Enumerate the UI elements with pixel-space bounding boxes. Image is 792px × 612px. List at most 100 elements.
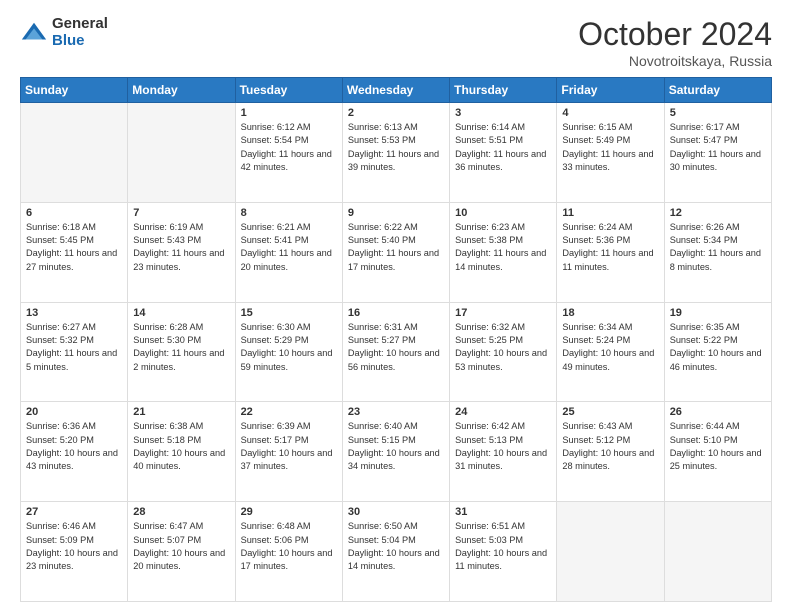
day-number: 10 (455, 207, 551, 219)
day-number: 7 (133, 207, 229, 219)
day-info: Sunrise: 6:13 AMSunset: 5:53 PMDaylight:… (348, 121, 444, 174)
calendar-cell: 24 Sunrise: 6:42 AMSunset: 5:13 PMDayligh… (450, 402, 557, 502)
weekday-header-saturday: Saturday (664, 78, 771, 103)
header: General Blue October 2024 Novotroitskaya… (20, 16, 772, 69)
day-info: Sunrise: 6:15 AMSunset: 5:49 PMDaylight:… (562, 121, 658, 174)
day-number: 16 (348, 307, 444, 319)
day-info: Sunrise: 6:18 AMSunset: 5:45 PMDaylight:… (26, 221, 122, 274)
day-number: 6 (26, 207, 122, 219)
calendar-cell: 5Sunrise: 6:17 AMSunset: 5:47 PMDaylight… (664, 103, 771, 203)
month-title: October 2024 (578, 16, 772, 53)
day-info: Sunrise: 6:24 AMSunset: 5:36 PMDaylight:… (562, 221, 658, 274)
day-info: Sunrise: 6:12 AMSunset: 5:54 PMDaylight:… (241, 121, 337, 174)
day-info: Sunrise: 6:47 AMSunset: 5:07 PMDaylight:… (133, 520, 229, 573)
day-number: 28 (133, 506, 229, 518)
calendar-week-5: 27 Sunrise: 6:46 AMSunset: 5:09 PMDayligh… (21, 502, 772, 602)
logo-general-text: General (52, 16, 108, 33)
weekday-header-tuesday: Tuesday (235, 78, 342, 103)
day-number: 13 (26, 307, 122, 319)
logo-blue-text: Blue (52, 33, 108, 50)
page: General Blue October 2024 Novotroitskaya… (0, 0, 792, 612)
logo-icon (20, 19, 48, 47)
calendar-cell: 17 Sunrise: 6:32 AMSunset: 5:25 PMDayligh… (450, 302, 557, 402)
calendar-cell: 2 Sunrise: 6:13 AMSunset: 5:53 PMDaylight… (342, 103, 449, 203)
day-info: Sunrise: 6:23 AMSunset: 5:38 PMDaylight:… (455, 221, 551, 274)
calendar-cell (128, 103, 235, 203)
title-area: October 2024 Novotroitskaya, Russia (578, 16, 772, 69)
day-number: 3 (455, 107, 551, 119)
calendar-week-4: 20Sunrise: 6:36 AMSunset: 5:20 PMDayligh… (21, 402, 772, 502)
day-number: 26 (670, 406, 766, 418)
calendar-cell (664, 502, 771, 602)
day-number: 21 (133, 406, 229, 418)
day-info: Sunrise: 6:48 AMSunset: 5:06 PMDaylight:… (241, 520, 337, 573)
day-number: 15 (241, 307, 337, 319)
calendar-cell: 18Sunrise: 6:34 AMSunset: 5:24 PMDayligh… (557, 302, 664, 402)
calendar-cell: 20Sunrise: 6:36 AMSunset: 5:20 PMDayligh… (21, 402, 128, 502)
calendar-week-3: 13 Sunrise: 6:27 AMSunset: 5:32 PMDayligh… (21, 302, 772, 402)
day-number: 31 (455, 506, 551, 518)
day-info: Sunrise: 6:44 AMSunset: 5:10 PMDaylight:… (670, 420, 766, 473)
weekday-header-monday: Monday (128, 78, 235, 103)
day-info: Sunrise: 6:27 AMSunset: 5:32 PMDaylight:… (26, 321, 122, 374)
calendar-cell: 1 Sunrise: 6:12 AMSunset: 5:54 PMDaylight… (235, 103, 342, 203)
day-info: Sunrise: 6:21 AMSunset: 5:41 PMDaylight:… (241, 221, 337, 274)
location: Novotroitskaya, Russia (578, 53, 772, 69)
calendar-cell: 8 Sunrise: 6:21 AMSunset: 5:41 PMDaylight… (235, 202, 342, 302)
calendar-cell: 11 Sunrise: 6:24 AMSunset: 5:36 PMDayligh… (557, 202, 664, 302)
calendar-cell: 6 Sunrise: 6:18 AMSunset: 5:45 PMDaylight… (21, 202, 128, 302)
day-number: 27 (26, 506, 122, 518)
day-info: Sunrise: 6:50 AMSunset: 5:04 PMDaylight:… (348, 520, 444, 573)
day-info: Sunrise: 6:35 AMSunset: 5:22 PMDaylight:… (670, 321, 766, 374)
day-info: Sunrise: 6:39 AMSunset: 5:17 PMDaylight:… (241, 420, 337, 473)
day-number: 25 (562, 406, 658, 418)
day-number: 22 (241, 406, 337, 418)
logo: General Blue (20, 16, 108, 49)
calendar-cell: 22 Sunrise: 6:39 AMSunset: 5:17 PMDayligh… (235, 402, 342, 502)
calendar-cell: 15 Sunrise: 6:30 AMSunset: 5:29 PMDayligh… (235, 302, 342, 402)
calendar-cell: 28 Sunrise: 6:47 AMSunset: 5:07 PMDayligh… (128, 502, 235, 602)
weekday-header-friday: Friday (557, 78, 664, 103)
calendar-cell: 23 Sunrise: 6:40 AMSunset: 5:15 PMDayligh… (342, 402, 449, 502)
day-number: 23 (348, 406, 444, 418)
day-info: Sunrise: 6:36 AMSunset: 5:20 PMDaylight:… (26, 420, 122, 473)
day-number: 8 (241, 207, 337, 219)
calendar-cell: 30 Sunrise: 6:50 AMSunset: 5:04 PMDayligh… (342, 502, 449, 602)
day-info: Sunrise: 6:46 AMSunset: 5:09 PMDaylight:… (26, 520, 122, 573)
day-number: 12 (670, 207, 766, 219)
day-number: 9 (348, 207, 444, 219)
calendar-cell: 9 Sunrise: 6:22 AMSunset: 5:40 PMDaylight… (342, 202, 449, 302)
day-number: 18 (562, 307, 658, 319)
day-info: Sunrise: 6:28 AMSunset: 5:30 PMDaylight:… (133, 321, 229, 374)
calendar-cell (21, 103, 128, 203)
day-number: 17 (455, 307, 551, 319)
day-info: Sunrise: 6:22 AMSunset: 5:40 PMDaylight:… (348, 221, 444, 274)
day-info: Sunrise: 6:17 AMSunset: 5:47 PMDaylight:… (670, 121, 766, 174)
weekday-header-sunday: Sunday (21, 78, 128, 103)
day-info: Sunrise: 6:42 AMSunset: 5:13 PMDaylight:… (455, 420, 551, 473)
calendar-cell: 25Sunrise: 6:43 AMSunset: 5:12 PMDayligh… (557, 402, 664, 502)
calendar-cell: 3Sunrise: 6:14 AMSunset: 5:51 PMDaylight… (450, 103, 557, 203)
weekday-header-wednesday: Wednesday (342, 78, 449, 103)
day-info: Sunrise: 6:31 AMSunset: 5:27 PMDaylight:… (348, 321, 444, 374)
day-info: Sunrise: 6:30 AMSunset: 5:29 PMDaylight:… (241, 321, 337, 374)
day-number: 2 (348, 107, 444, 119)
calendar-cell: 16 Sunrise: 6:31 AMSunset: 5:27 PMDayligh… (342, 302, 449, 402)
calendar-cell: 21Sunrise: 6:38 AMSunset: 5:18 PMDayligh… (128, 402, 235, 502)
calendar-cell: 19 Sunrise: 6:35 AMSunset: 5:22 PMDayligh… (664, 302, 771, 402)
day-number: 11 (562, 207, 658, 219)
day-info: Sunrise: 6:51 AMSunset: 5:03 PMDaylight:… (455, 520, 551, 573)
calendar-table: SundayMondayTuesdayWednesdayThursdayFrid… (20, 77, 772, 602)
calendar-cell: 13 Sunrise: 6:27 AMSunset: 5:32 PMDayligh… (21, 302, 128, 402)
calendar-cell (557, 502, 664, 602)
calendar-cell: 4 Sunrise: 6:15 AMSunset: 5:49 PMDaylight… (557, 103, 664, 203)
day-info: Sunrise: 6:32 AMSunset: 5:25 PMDaylight:… (455, 321, 551, 374)
day-number: 19 (670, 307, 766, 319)
day-info: Sunrise: 6:40 AMSunset: 5:15 PMDaylight:… (348, 420, 444, 473)
day-number: 4 (562, 107, 658, 119)
calendar-cell: 29Sunrise: 6:48 AMSunset: 5:06 PMDayligh… (235, 502, 342, 602)
day-number: 30 (348, 506, 444, 518)
day-number: 24 (455, 406, 551, 418)
day-number: 1 (241, 107, 337, 119)
calendar-cell: 10 Sunrise: 6:23 AMSunset: 5:38 PMDayligh… (450, 202, 557, 302)
